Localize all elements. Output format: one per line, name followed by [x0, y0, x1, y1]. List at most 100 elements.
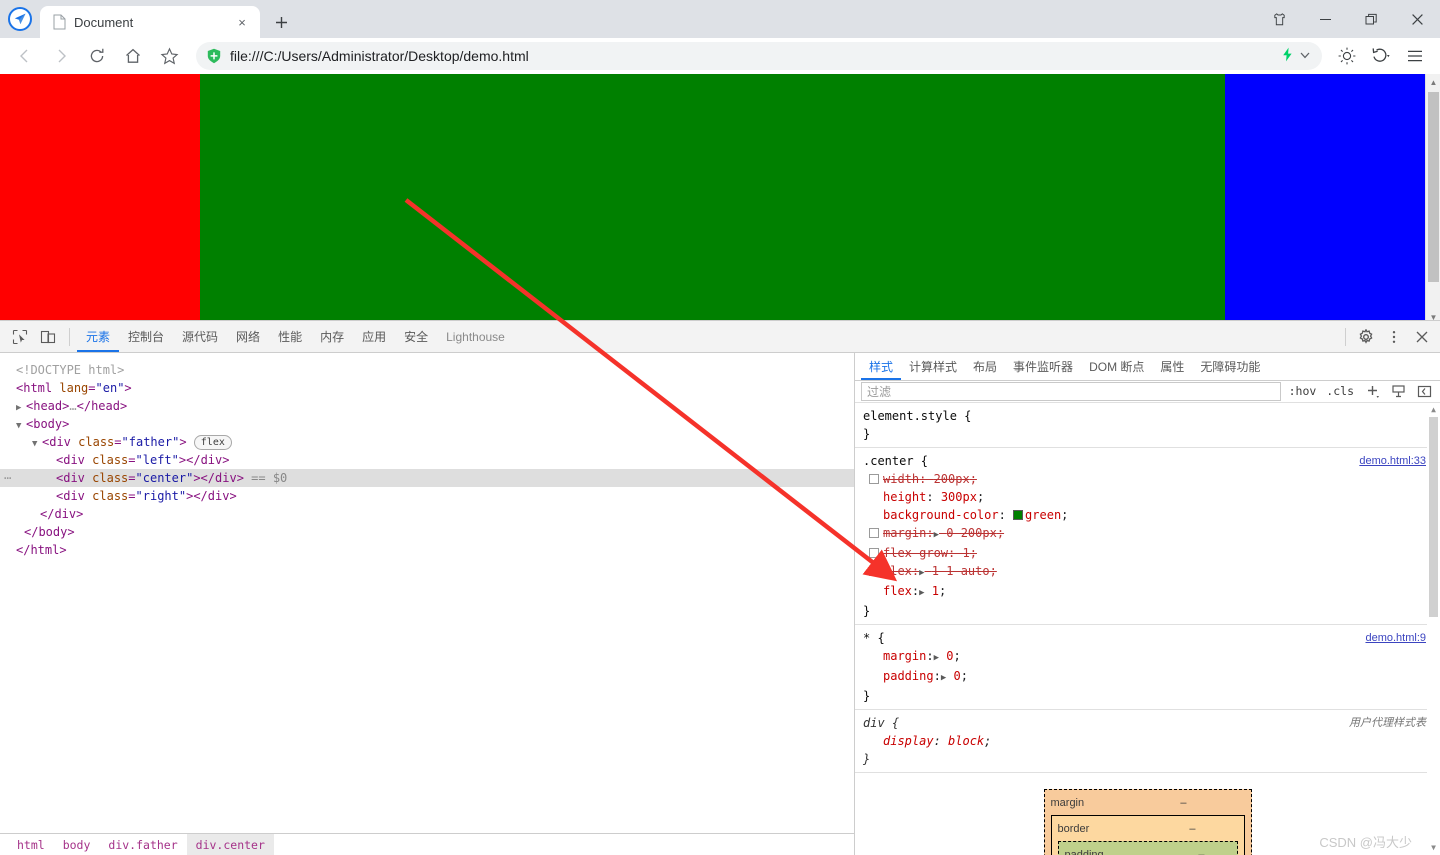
- dom-line-html-close[interactable]: </html>: [0, 541, 854, 559]
- address-bar[interactable]: file:///C:/Users/Administrator/Desktop/d…: [196, 42, 1322, 70]
- property-name[interactable]: margin: [883, 649, 926, 663]
- devtools-tab-elements[interactable]: 元素: [77, 321, 119, 352]
- inspect-element-icon[interactable]: [6, 323, 34, 351]
- rule-selector[interactable]: * {: [863, 631, 885, 645]
- dom-line-right[interactable]: <div class="right"></div>: [0, 487, 854, 505]
- home-icon[interactable]: [116, 41, 150, 71]
- restore-icon[interactable]: [1348, 0, 1394, 38]
- theme-shirt-icon[interactable]: [1256, 0, 1302, 38]
- property-name[interactable]: padding: [883, 669, 934, 683]
- declaration-flex-grow[interactable]: flex-grow: 1;: [861, 544, 1440, 562]
- style-rule-center[interactable]: demo.html:33 .center { width: 200px; hei…: [855, 448, 1440, 625]
- dom-line-doctype[interactable]: <!DOCTYPE html>: [0, 361, 854, 379]
- box-model-padding[interactable]: padding – 1023×300 – –: [1057, 840, 1238, 855]
- property-value[interactable]: 1 1 auto: [932, 564, 990, 578]
- devtools-tab-application[interactable]: 应用: [353, 321, 395, 352]
- border-top-value[interactable]: –: [1189, 820, 1195, 838]
- forward-icon[interactable]: [44, 41, 78, 71]
- styles-scroll-down-icon[interactable]: ▼: [1427, 841, 1440, 855]
- margin-top-value[interactable]: –: [1180, 794, 1186, 812]
- box-model-border[interactable]: border – padding – 1023×300: [1050, 814, 1245, 855]
- declaration-width[interactable]: width: 200px;: [861, 470, 1440, 488]
- browser-tab[interactable]: Document ×: [40, 6, 260, 38]
- property-name[interactable]: height: [883, 490, 926, 504]
- style-rule-div-ua[interactable]: 用户代理样式表 div { display: block; }: [855, 710, 1440, 773]
- app-logo-button[interactable]: [0, 0, 40, 38]
- dom-line-father-close[interactable]: </div>: [0, 505, 854, 523]
- expand-shorthand-icon[interactable]: ▶: [919, 588, 924, 598]
- styles-tab-computed[interactable]: 计算样式: [901, 353, 965, 380]
- flex-badge[interactable]: flex: [193, 435, 232, 450]
- computed-styles-sidebar-icon[interactable]: [1388, 381, 1408, 401]
- styles-scroll-up-icon[interactable]: ▲: [1427, 403, 1440, 417]
- devtools-tab-sources[interactable]: 源代码: [173, 321, 227, 352]
- styles-tab-layout[interactable]: 布局: [965, 353, 1005, 380]
- url-text[interactable]: file:///C:/Users/Administrator/Desktop/d…: [230, 48, 1273, 64]
- devtools-tab-performance[interactable]: 性能: [269, 321, 311, 352]
- new-tab-button[interactable]: [266, 7, 296, 37]
- dom-line-body-open[interactable]: ▼ <body>: [0, 415, 854, 433]
- devtools-tab-lighthouse[interactable]: Lighthouse: [437, 321, 514, 352]
- expand-shorthand-icon[interactable]: ▶: [941, 673, 946, 683]
- dom-line-center-selected[interactable]: ⋯ <div class="center"></div> == $0: [0, 469, 854, 487]
- settings-gear-icon[interactable]: [1352, 323, 1380, 351]
- style-rule-universal[interactable]: demo.html:9 * { margin:▶ 0; padding:▶ 0;…: [855, 625, 1440, 710]
- dom-line-head[interactable]: ▶ <head>…</head>: [0, 397, 854, 415]
- lightning-bolt-icon[interactable]: [1281, 47, 1294, 66]
- style-rule-element-style[interactable]: element.style { }: [855, 403, 1440, 448]
- declaration-padding-zero[interactable]: padding:▶ 0;: [861, 667, 1440, 687]
- declaration-checkbox[interactable]: [869, 473, 879, 484]
- property-name[interactable]: background-color: [883, 508, 999, 522]
- browser-menu-icon[interactable]: [1398, 41, 1432, 71]
- declaration-checkbox[interactable]: [869, 527, 879, 538]
- property-value[interactable]: 0 200px: [946, 526, 997, 540]
- dom-line-father-open[interactable]: ▼ <div class="father"> flex: [0, 433, 854, 451]
- devtools-tab-console[interactable]: 控制台: [119, 321, 173, 352]
- styles-tab-event-listeners[interactable]: 事件监听器: [1005, 353, 1081, 380]
- property-value[interactable]: 0: [953, 669, 960, 683]
- declaration-height[interactable]: height: 300px;: [861, 488, 1440, 506]
- dom-line-body-close[interactable]: </body>: [0, 523, 854, 541]
- property-name[interactable]: width: [883, 472, 919, 486]
- declaration-flex-shorthand-overridden[interactable]: flex:▶ 1 1 auto;: [861, 562, 1440, 582]
- devtools-tab-security[interactable]: 安全: [395, 321, 437, 352]
- property-value[interactable]: 200px: [934, 472, 970, 486]
- row-actions-icon[interactable]: ⋯: [4, 469, 11, 487]
- breadcrumb-item-div-father[interactable]: div.father: [99, 834, 186, 855]
- device-toolbar-icon[interactable]: [34, 323, 62, 351]
- breadcrumb-item-html[interactable]: html: [8, 834, 54, 855]
- box-model-margin[interactable]: margin – border – padding –: [1043, 788, 1252, 855]
- dom-line-html-open[interactable]: <html lang="en">: [0, 379, 854, 397]
- page-vertical-scrollbar[interactable]: ▲ ▼: [1425, 74, 1440, 326]
- dom-line-left[interactable]: <div class="left"></div>: [0, 451, 854, 469]
- scrollbar-thumb[interactable]: [1428, 92, 1439, 282]
- styles-tab-properties[interactable]: 属性: [1152, 353, 1192, 380]
- back-icon[interactable]: [8, 41, 42, 71]
- styles-tab-accessibility[interactable]: 无障碍功能: [1192, 353, 1268, 380]
- reload-icon[interactable]: [80, 41, 114, 71]
- new-style-rule-button[interactable]: [1362, 381, 1382, 401]
- declaration-margin[interactable]: margin:▶ 0 200px;: [861, 524, 1440, 544]
- declaration-checkbox[interactable]: [869, 565, 879, 576]
- color-swatch[interactable]: [1013, 509, 1024, 520]
- chevron-down-icon[interactable]: [1298, 48, 1312, 65]
- property-name[interactable]: flex-grow: [883, 546, 948, 560]
- declaration-checkbox[interactable]: [869, 547, 879, 558]
- property-name[interactable]: flex: [883, 564, 912, 578]
- declaration-margin-zero[interactable]: margin:▶ 0;: [861, 647, 1440, 667]
- styles-filter-input[interactable]: 过滤: [861, 381, 1281, 401]
- toggle-cls-button[interactable]: .cls: [1324, 384, 1356, 398]
- styles-vertical-scrollbar[interactable]: ▲ ▼: [1427, 402, 1440, 855]
- styles-tab-dom-breakpoints[interactable]: DOM 断点: [1081, 353, 1152, 380]
- styles-rules-list[interactable]: element.style { } demo.html:33 .center {…: [855, 402, 1440, 855]
- padding-top-value[interactable]: –: [1198, 846, 1204, 855]
- tab-close-icon[interactable]: ×: [232, 12, 252, 32]
- devtools-tab-memory[interactable]: 内存: [311, 321, 353, 352]
- styles-tab-styles[interactable]: 样式: [861, 353, 901, 380]
- toggle-sidebar-icon[interactable]: [1414, 381, 1434, 401]
- history-undo-icon[interactable]: [1364, 41, 1398, 71]
- rule-selector[interactable]: .center {: [863, 454, 928, 468]
- sun-theme-icon[interactable]: [1330, 41, 1364, 71]
- close-icon[interactable]: [1394, 0, 1440, 38]
- expand-shorthand-icon[interactable]: ▶: [934, 653, 939, 663]
